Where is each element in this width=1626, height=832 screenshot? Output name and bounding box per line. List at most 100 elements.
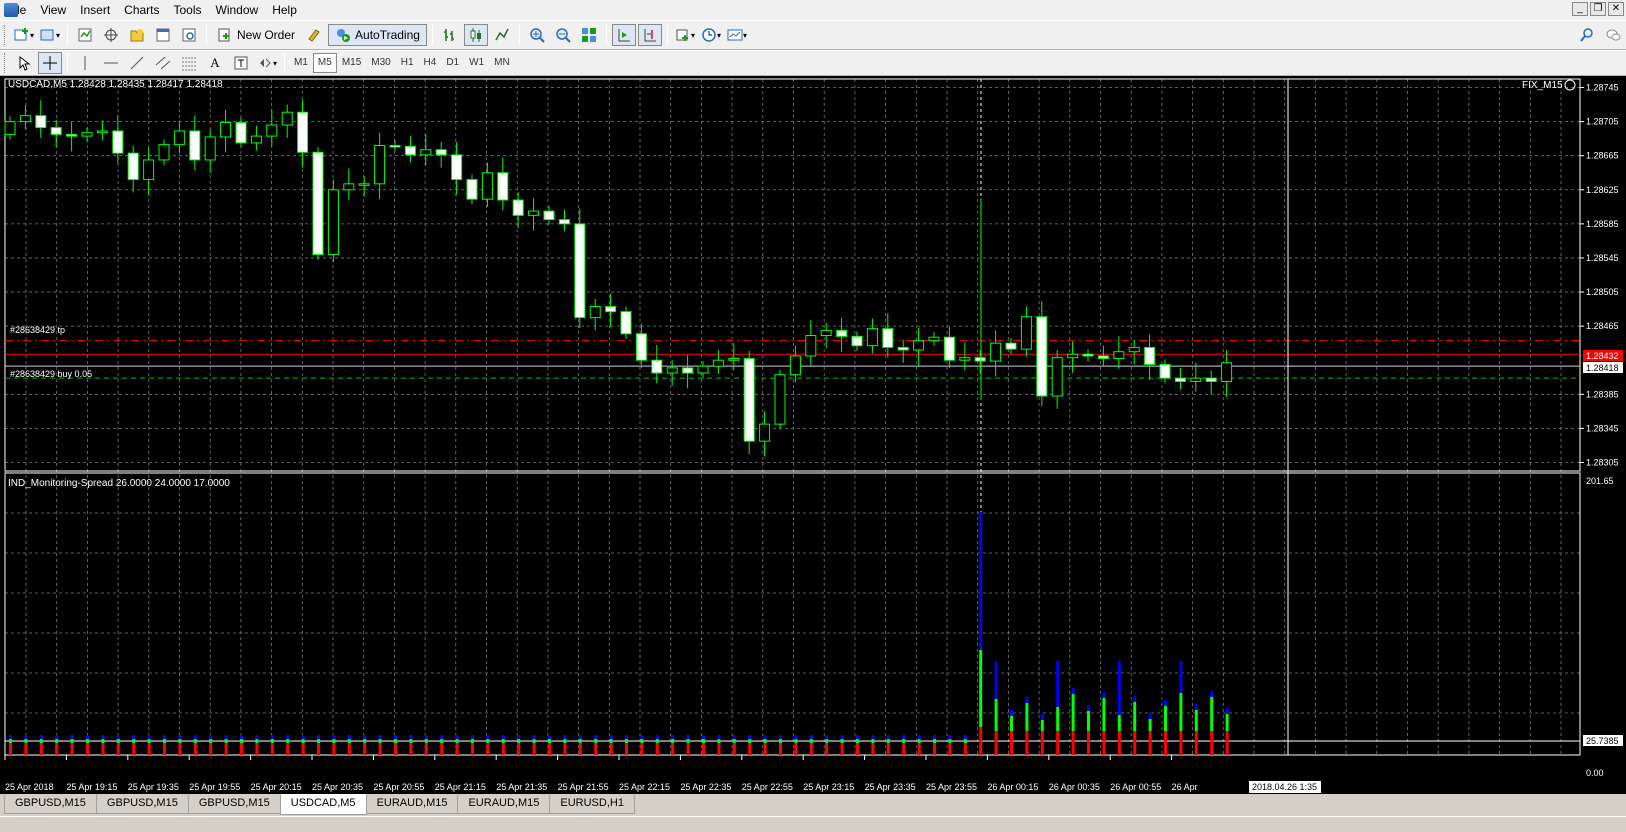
- spread-bar-red: [702, 743, 705, 755]
- tab-eurusd-h1[interactable]: EURUSD,H1: [549, 794, 635, 814]
- menu-charts[interactable]: Charts: [117, 0, 166, 20]
- candle-bear: [743, 358, 755, 442]
- spread-bar-green: [86, 739, 89, 743]
- chart-window[interactable]: USDCAD,M5 1.28428 1.28435 1.28417 1.2841…: [0, 76, 1626, 794]
- bar-chart-icon[interactable]: [438, 24, 462, 46]
- templates-icon[interactable]: ▾: [725, 24, 749, 46]
- menu-help[interactable]: Help: [265, 0, 304, 20]
- new-order-button[interactable]: New Order: [212, 24, 300, 46]
- spread-bar-blue: [994, 661, 998, 699]
- spread-bar-green: [240, 739, 243, 743]
- zoom-in-icon[interactable]: [525, 24, 549, 46]
- navigator-icon[interactable]: [125, 24, 149, 46]
- strategy-tester-icon[interactable]: [177, 24, 201, 46]
- market-watch-icon[interactable]: [73, 24, 97, 46]
- timeframe-h1[interactable]: H1: [396, 53, 419, 73]
- candles-layer: [4, 99, 1233, 457]
- candle-bear: [1159, 363, 1171, 379]
- standard-toolbar: ▾ ▾ New Order AutoTrading ▾ ▾ ▾: [0, 20, 1626, 50]
- close-icon[interactable]: ✕: [1608, 2, 1624, 16]
- chart-canvas[interactable]: USDCAD,M5 1.28428 1.28435 1.28417 1.2841…: [0, 76, 1626, 794]
- spread-bar-blue: [471, 735, 474, 739]
- candle-bear: [189, 130, 201, 161]
- text-icon[interactable]: A: [203, 52, 227, 74]
- indicator-label: IND_Monitoring-Spread 26.0000 24.0000 17…: [8, 478, 230, 489]
- metaeditor-icon[interactable]: [302, 24, 326, 46]
- menu-view[interactable]: View: [33, 0, 73, 20]
- price-tick-label: 1.28385: [1586, 389, 1619, 399]
- spread-bar-blue: [886, 735, 890, 739]
- spread-bar-green: [1087, 711, 1090, 731]
- minimize-icon[interactable]: _: [1572, 2, 1588, 16]
- profiles-button[interactable]: ▾: [38, 24, 62, 46]
- menu-insert[interactable]: Insert: [73, 0, 117, 20]
- horizontal-line-icon[interactable]: [99, 52, 123, 74]
- timeframe-m15[interactable]: M15: [337, 53, 366, 73]
- zoom-out-icon[interactable]: [551, 24, 575, 46]
- spread-bar-red: [933, 743, 936, 755]
- candle-bull: [528, 210, 540, 216]
- spread-bar-red: [748, 743, 752, 755]
- candle-bear: [404, 145, 416, 156]
- tab-usdcad-m5[interactable]: USDCAD,M5: [279, 794, 367, 815]
- candle-bull: [1113, 351, 1125, 360]
- line-chart-icon[interactable]: [490, 24, 514, 46]
- spread-bar-green: [871, 739, 875, 743]
- timeframe-m5[interactable]: M5: [312, 53, 337, 73]
- candle-bull: [420, 149, 432, 156]
- tab-gbpusd-m15-2[interactable]: GBPUSD,M15: [95, 794, 189, 814]
- spread-bar-red: [286, 743, 290, 755]
- autotrading-button[interactable]: AutoTrading: [328, 24, 427, 46]
- spread-bar-blue: [240, 735, 243, 739]
- spread-bar-red: [625, 743, 628, 755]
- chat-icon[interactable]: [1601, 24, 1625, 46]
- indicators-icon[interactable]: ▾: [673, 24, 697, 46]
- auto-scroll-icon[interactable]: [611, 24, 636, 46]
- toolbar-grip: [4, 25, 7, 45]
- tile-windows-icon[interactable]: [577, 24, 601, 46]
- menu-window[interactable]: Window: [209, 0, 266, 20]
- spread-bar-blue: [440, 735, 444, 739]
- candle-bull: [728, 358, 740, 361]
- text-label-icon[interactable]: [229, 52, 253, 74]
- vertical-line-icon[interactable]: [73, 52, 97, 74]
- arrows-icon[interactable]: ▾: [255, 52, 279, 74]
- spread-bar-green: [686, 739, 690, 743]
- terminal-icon[interactable]: [151, 24, 175, 46]
- candle-bull: [805, 335, 817, 357]
- data-window-icon[interactable]: [99, 24, 123, 46]
- tab-gbpusd-m15-3[interactable]: GBPUSD,M15: [187, 794, 281, 814]
- tab-gbpusd-m15-1[interactable]: GBPUSD,M15: [4, 794, 97, 814]
- price-tag-red: 1.28432: [1586, 351, 1619, 361]
- tab-euraud-m15-2[interactable]: EURAUD,M15: [457, 794, 551, 814]
- spread-bar-green: [886, 739, 890, 743]
- spread-bar-red: [1025, 731, 1029, 755]
- candlestick-icon[interactable]: [463, 24, 488, 46]
- periods-icon[interactable]: ▾: [699, 24, 723, 46]
- new-chart-button[interactable]: ▾: [12, 24, 36, 46]
- timeframe-h4[interactable]: H4: [419, 53, 442, 73]
- timeframe-m1[interactable]: M1: [289, 53, 313, 73]
- channel-icon[interactable]: [151, 52, 175, 74]
- timeframe-mn[interactable]: MN: [489, 53, 515, 73]
- timeframe-d1[interactable]: D1: [441, 53, 464, 73]
- time-tick-label: 26 Apr 00:15: [987, 782, 1038, 792]
- spread-bar-green: [748, 739, 752, 743]
- search-icon[interactable]: [1575, 24, 1599, 46]
- timeframe-m30[interactable]: M30: [366, 53, 395, 73]
- menu-tools[interactable]: Tools: [167, 0, 209, 20]
- trendline-icon[interactable]: [125, 52, 149, 74]
- spread-bar-green: [994, 699, 998, 731]
- candle-bull: [173, 130, 185, 146]
- restore-icon[interactable]: ❐: [1590, 2, 1606, 16]
- fibonacci-icon[interactable]: [177, 52, 201, 74]
- spread-bar-red: [455, 743, 459, 755]
- spread-bar-green: [1179, 693, 1183, 731]
- crosshair-icon[interactable]: [38, 52, 62, 74]
- timeframe-w1[interactable]: W1: [464, 53, 489, 73]
- spread-bar-blue: [116, 735, 120, 739]
- candle-bear: [127, 152, 139, 181]
- cursor-icon[interactable]: [12, 52, 36, 74]
- chart-shift-icon[interactable]: [637, 24, 662, 46]
- tab-euraud-m15-1[interactable]: EURAUD,M15: [365, 794, 459, 814]
